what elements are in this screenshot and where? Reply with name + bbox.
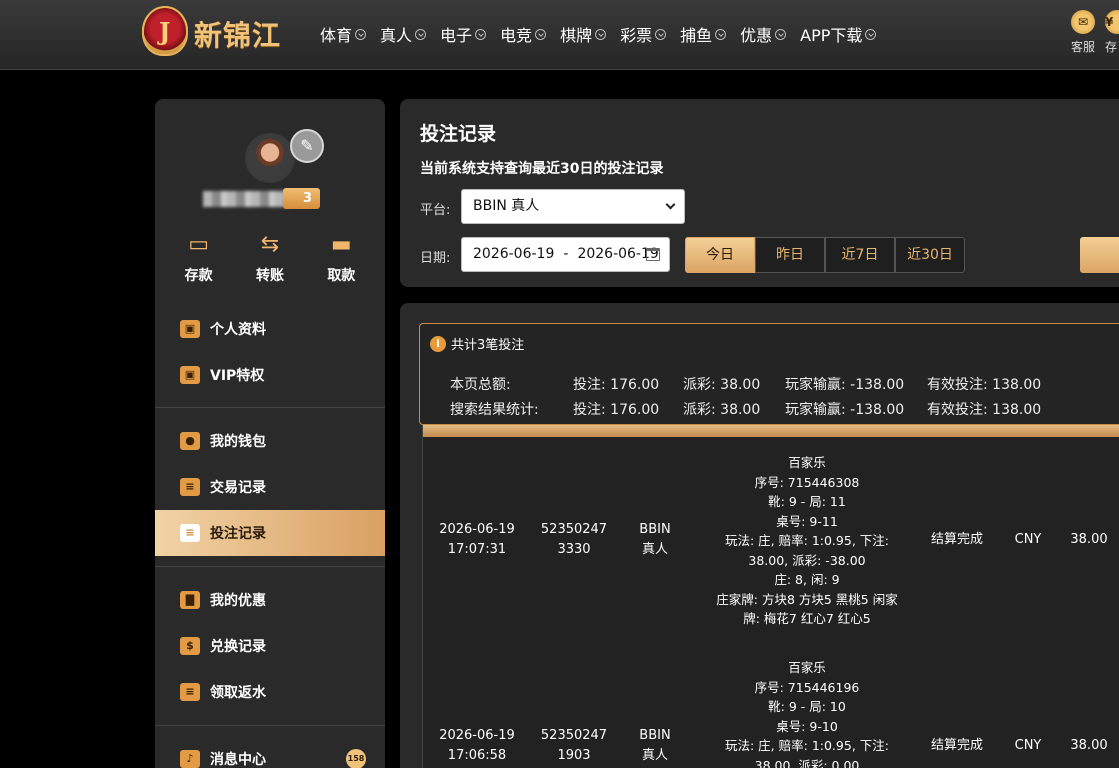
chevron-down-icon (655, 28, 667, 40)
order-number: 52350247 3330 (540, 522, 608, 557)
settle-status: 结算完成 (930, 532, 983, 547)
transfer-button[interactable]: ⇆ 转账 (240, 233, 300, 285)
main-nav: 体育 真人 电子 电竞 棋牌 彩票 捕鱼 优惠 APP下载 (320, 22, 890, 46)
customer-service-button[interactable]: ✉ 客服 (1066, 10, 1100, 55)
sidebar-divider (155, 725, 385, 726)
logo-text: 新锦江 (194, 19, 282, 52)
top-navigation-bar: J 新锦江 体育 真人 电子 电竞 棋牌 彩票 捕鱼 优惠 APP下载 ✉ 客服… (0, 0, 1119, 70)
platform-name: BBIN 真人 (639, 728, 671, 763)
piggy-bank-icon: ● (180, 432, 200, 450)
chevron-down-icon (865, 28, 877, 40)
chat-icon: ✉ (1071, 10, 1095, 34)
info-icon: i (430, 335, 446, 352)
nav-live[interactable]: 真人 (380, 22, 427, 46)
chevron-down-icon (475, 28, 487, 40)
summary-box: i 共计3笔投注 本页总额: 投注: 176.00 派彩: 38.00 玩家输赢… (419, 323, 1119, 425)
username-blurred (203, 191, 291, 207)
sidebar-item-exchange-records[interactable]: $ 兑换记录 (155, 623, 385, 669)
sidebar-divider (155, 566, 385, 567)
withdraw-button[interactable]: ▬ 取款 (311, 233, 371, 285)
total-count: i 共计3笔投注 (430, 334, 524, 353)
bet-record-filter-panel: 投注记录 当前系统支持查询最近30日的投注记录 平台: BBIN 真人 日期: … (400, 99, 1119, 287)
chevron-down-icon (665, 199, 676, 210)
bet-detail: 百家乐 序号: 715446196 靴: 9 - 局: 10 桌号: 9-10 … (725, 660, 889, 768)
nav-cards[interactable]: 棋牌 (560, 22, 607, 46)
profile-card-icon: ▣ (180, 320, 200, 338)
quick-actions: ▭ 存款 ⇆ 转账 ▬ 取款 (155, 233, 385, 285)
chevron-down-icon (775, 28, 787, 40)
calendar-icon[interactable] (646, 248, 660, 261)
nav-fishing[interactable]: 捕鱼 (680, 22, 727, 46)
wallet-icon: ▭ (188, 232, 210, 257)
gift-bag-icon: ▇ (180, 591, 200, 609)
deposit-icon: ¥ (1105, 10, 1119, 34)
table-header (423, 425, 1119, 437)
sidebar-divider (155, 407, 385, 408)
account-sidebar: ✎ 3 ▭ 存款 ⇆ 转账 ▬ 取款 ▣ 个人资料 ▣ VIP特权 ● 我的钱包… (155, 99, 385, 768)
date-label: 日期: (420, 251, 451, 266)
chevron-down-icon (415, 28, 427, 40)
settle-status: 结算完成 (930, 738, 983, 753)
sidebar-item-profile[interactable]: ▣ 个人资料 (155, 306, 385, 352)
vip-card-icon: ▣ (180, 366, 200, 384)
bet-record-results: i 共计3笔投注 本页总额: 投注: 176.00 派彩: 38.00 玩家输赢… (400, 303, 1119, 768)
deposit-button[interactable]: ▭ 存款 (169, 233, 229, 285)
rebate-icon: ≡ (180, 683, 200, 701)
chevron-down-icon (595, 28, 607, 40)
search-button[interactable] (1080, 237, 1119, 273)
date-range-input[interactable]: 2026-06-19-2026-06-19 (461, 237, 670, 272)
vip-level-badge: 3 (283, 188, 321, 209)
sidebar-item-wallet[interactable]: ● 我的钱包 (155, 418, 385, 464)
platform-select[interactable]: BBIN 真人 (461, 189, 685, 224)
nav-esports[interactable]: 电竞 (500, 22, 547, 46)
nav-slots[interactable]: 电子 (440, 22, 487, 46)
document-icon: ≡ (180, 478, 200, 496)
sidebar-item-bet-records[interactable]: ≡ 投注记录 (155, 510, 385, 556)
platform-label: 平台: (420, 203, 451, 218)
deposit-shortcut-button[interactable]: ¥ 存 (1105, 10, 1119, 55)
records-table: 2026-06-19 17:07:31 52350247 3330 BBIN 真人 百… (422, 425, 1119, 768)
bet-time: 2026-06-19 17:06:58 (439, 728, 515, 763)
edit-profile-icon[interactable]: ✎ (290, 129, 324, 163)
platform-name: BBIN 真人 (639, 522, 671, 557)
bet-record-icon: ≡ (180, 524, 200, 542)
range-30days-button[interactable]: 近30日 (895, 237, 965, 273)
range-yesterday-button[interactable]: 昨日 (755, 237, 825, 273)
chevron-down-icon (535, 28, 547, 40)
currency: CNY (1014, 738, 1042, 753)
nav-app-download[interactable]: APP下载 (800, 22, 877, 46)
sidebar-item-vip[interactable]: ▣ VIP特权 (155, 352, 385, 398)
sidebar-item-messages[interactable]: ♪ 消息中心 158 (155, 736, 385, 768)
sidebar-item-my-promotions[interactable]: ▇ 我的优惠 (155, 577, 385, 623)
range-today-button[interactable]: 今日 (685, 237, 755, 273)
avatar[interactable] (245, 133, 295, 183)
query-notice: 当前系统支持查询最近30日的投注记录 (420, 161, 664, 177)
chevron-down-icon (355, 28, 367, 40)
nav-lottery[interactable]: 彩票 (620, 22, 667, 46)
nav-sports[interactable]: 体育 (320, 22, 367, 46)
site-logo[interactable]: J 新锦江 (138, 4, 308, 62)
chevron-down-icon (715, 28, 727, 40)
page-title: 投注记录 (420, 123, 497, 145)
sidebar-item-rebate[interactable]: ≡ 领取返水 (155, 669, 385, 715)
bell-icon: ♪ (180, 750, 200, 768)
money-bag-icon: $ (180, 637, 200, 655)
sidebar-item-transactions[interactable]: ≡ 交易记录 (155, 464, 385, 510)
unread-count-badge: 158 (346, 749, 366, 768)
bet-time: 2026-06-19 17:07:31 (439, 522, 515, 557)
bet-detail: 百家乐 序号: 715446308 靴: 9 - 局: 11 桌号: 9-11 … (716, 455, 898, 626)
logo-badge-icon: J (142, 6, 188, 56)
bet-amount: 38.00 (1070, 738, 1108, 753)
range-7days-button[interactable]: 近7日 (825, 237, 895, 273)
transfer-icon: ⇆ (260, 232, 280, 257)
nav-promotions[interactable]: 优惠 (740, 22, 787, 46)
order-number: 52350247 1903 (540, 728, 608, 763)
bet-amount: 38.00 (1070, 532, 1108, 547)
card-icon: ▬ (330, 232, 352, 257)
currency: CNY (1014, 532, 1042, 547)
